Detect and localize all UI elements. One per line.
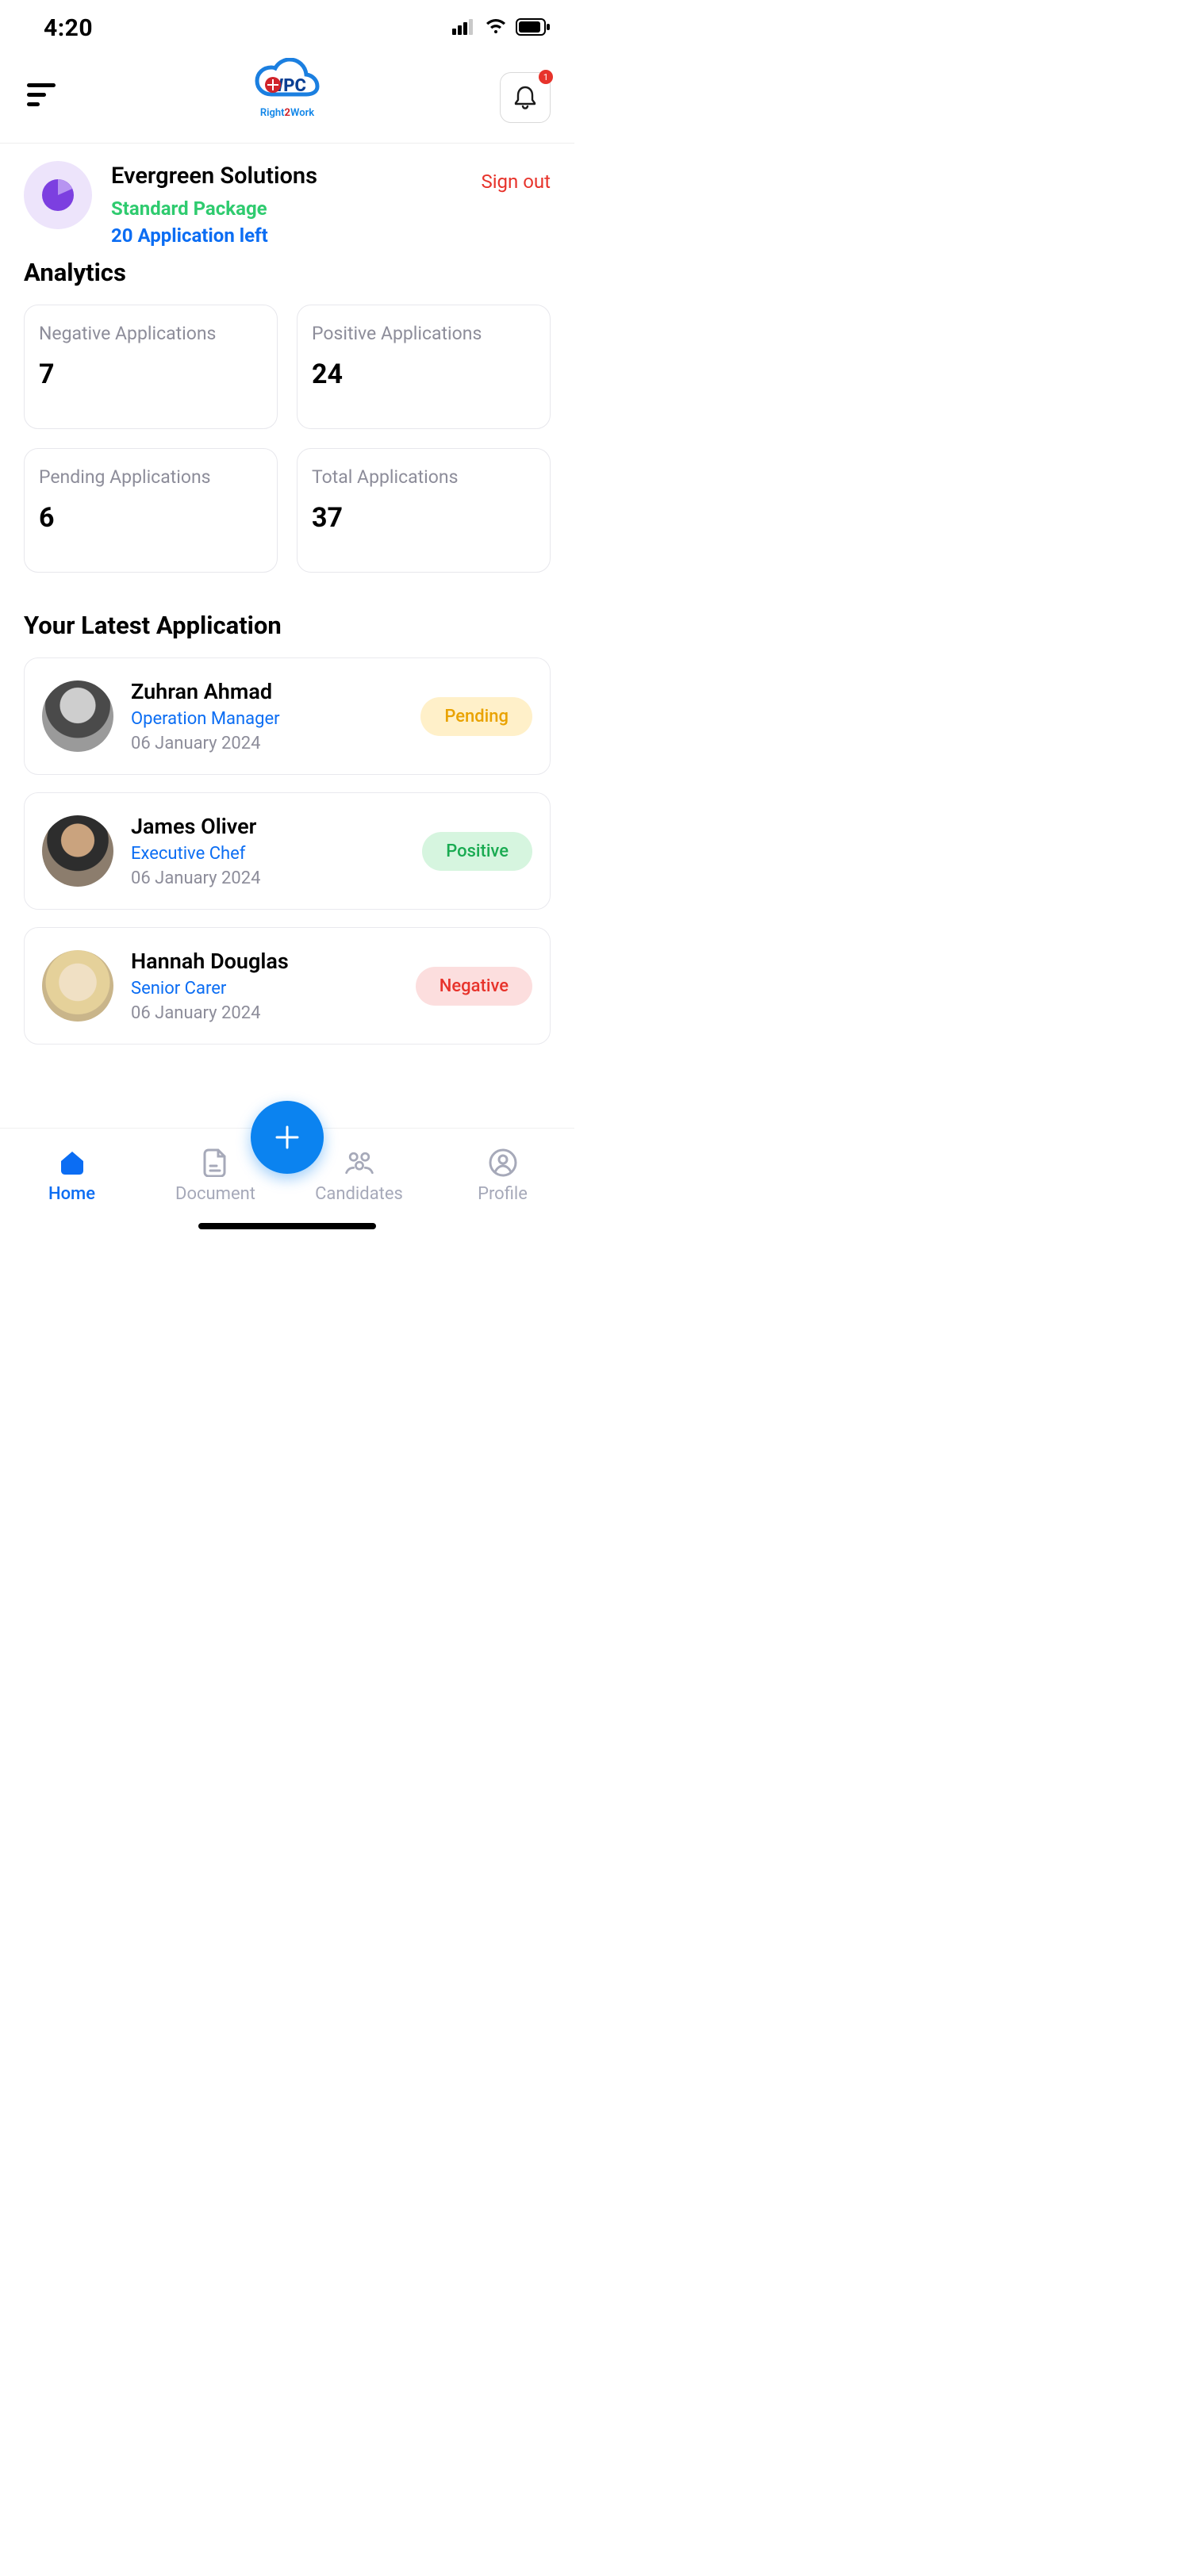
application-card[interactable]: Zuhran Ahmad Operation Manager 06 Januar… [24,657,551,775]
home-icon [56,1149,88,1176]
sign-out-button[interactable]: Sign out [481,171,551,193]
applications-left: 20 Application left [111,224,462,247]
applicant-role: Operation Manager [131,709,403,729]
home-indicator [198,1223,376,1229]
applicant-name: Zuhran Ahmad [131,679,403,704]
stat-label: Pending Applications [39,466,263,488]
status-indicators [452,18,551,39]
stat-label: Negative Applications [39,323,263,344]
applicant-role: Executive Chef [131,844,405,864]
stat-label: Total Applications [312,466,536,488]
application-date: 06 January 2024 [131,1003,398,1023]
stat-value: 24 [312,358,536,390]
package-label: Standard Package [111,197,462,220]
company-name: Evergreen Solutions [111,163,462,190]
add-button[interactable] [251,1101,324,1174]
stat-value: 7 [39,358,263,390]
status-bar: 4:20 [0,0,574,50]
menu-button[interactable] [27,83,59,112]
nav-home[interactable]: Home [0,1129,144,1237]
stat-value: 37 [312,502,536,534]
applicant-avatar [42,815,113,887]
stat-value: 6 [39,502,263,534]
org-summary: Evergreen Solutions Standard Package 20 … [24,144,551,247]
candidates-icon [344,1149,375,1176]
status-badge-pending: Pending [420,697,532,736]
document-icon [200,1149,232,1176]
applicant-avatar [42,950,113,1022]
application-date: 06 January 2024 [131,868,405,888]
analytics-heading: Analytics [24,258,551,287]
cellular-icon [452,19,476,38]
status-badge-positive: Positive [422,832,532,871]
nav-label: Home [48,1184,95,1204]
pie-chart-icon [40,177,76,213]
bell-icon [513,85,537,110]
applicant-role: Senior Carer [131,979,398,999]
wifi-icon [486,19,506,38]
applicant-avatar [42,680,113,752]
application-date: 06 January 2024 [131,734,403,753]
nav-label: Profile [478,1184,528,1204]
status-badge-negative: Negative [416,967,532,1006]
profile-icon [487,1149,519,1176]
stat-card-pending[interactable]: Pending Applications 6 [24,448,278,573]
plus-icon [274,1124,301,1151]
analytics-grid: Negative Applications 7 Positive Applica… [24,305,551,573]
latest-heading: Your Latest Application [24,611,551,640]
stat-card-negative[interactable]: Negative Applications 7 [24,305,278,429]
notifications-button[interactable]: 1 [500,72,551,123]
app-logo: WPC Right2Work [248,58,327,119]
nav-label: Candidates [315,1184,403,1204]
notification-badge: 1 [539,70,553,84]
org-avatar [24,161,92,229]
stat-card-total[interactable]: Total Applications 37 [297,448,551,573]
nav-profile[interactable]: Profile [431,1129,574,1237]
application-card[interactable]: James Oliver Executive Chef 06 January 2… [24,792,551,910]
applicant-name: James Oliver [131,814,405,839]
stat-card-positive[interactable]: Positive Applications 24 [297,305,551,429]
applicant-name: Hannah Douglas [131,949,398,974]
stat-label: Positive Applications [312,323,536,344]
battery-icon [516,18,551,39]
application-card[interactable]: Hannah Douglas Senior Carer 06 January 2… [24,927,551,1045]
nav-label: Document [175,1184,255,1204]
app-header: WPC Right2Work 1 [0,50,574,144]
logo-subtitle: Right2Work [248,107,327,119]
status-time: 4:20 [44,14,93,42]
